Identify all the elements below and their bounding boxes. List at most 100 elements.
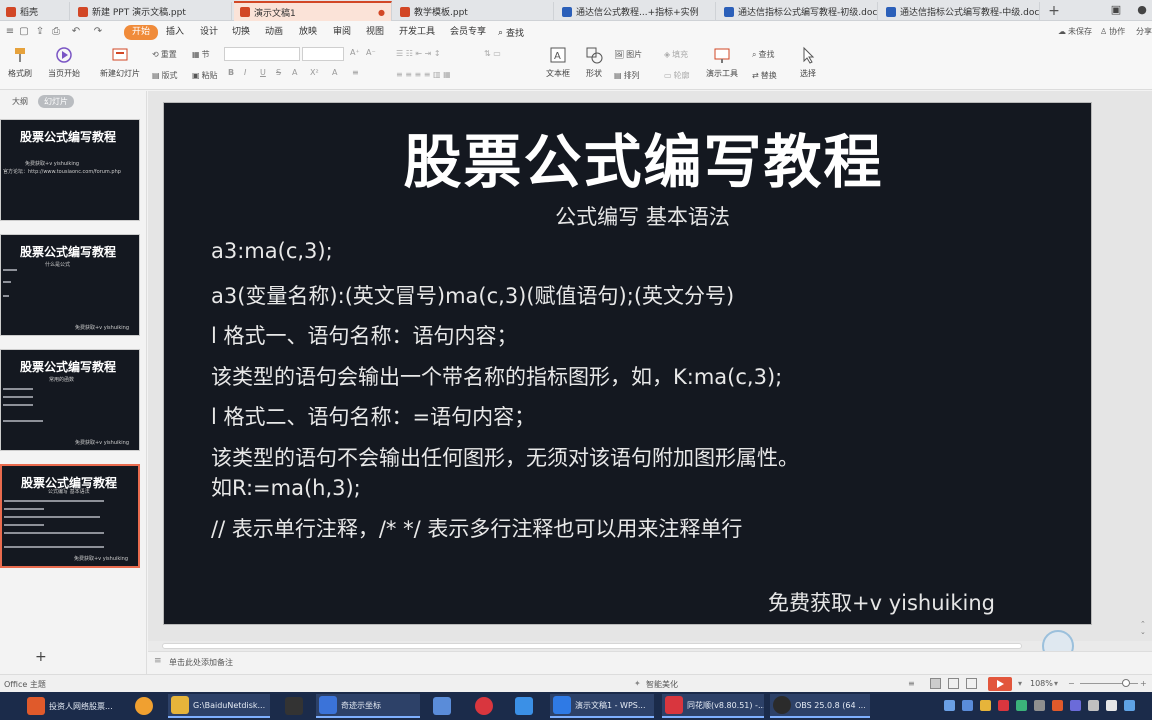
slide-footer[interactable]: 免费获取+v yishuiking [768,587,995,617]
font-size-combo[interactable] [302,47,344,61]
new-tab-button[interactable]: + [1046,3,1062,19]
layout-button[interactable]: ▤ 版式 [152,70,178,81]
fill-button[interactable]: ◈ 填充 [664,49,688,60]
taskbar-app-8[interactable] [512,694,540,718]
taskbar-app-tonghuashun[interactable]: 同花顺(v8.80.51) -... [662,694,764,718]
avatar-icon[interactable]: ● [1136,4,1148,16]
normal-view-icon[interactable] [930,678,941,689]
zoom-options-chevron-icon[interactable]: ▾ [1054,679,1058,688]
chevron-up-icon[interactable]: ⌃ [1140,620,1150,628]
tray-icon[interactable] [962,700,973,711]
collaborate-button[interactable]: ♙ 协作 [1100,26,1125,37]
slide-thumbnail-2[interactable]: 股票公式编写教程 什么是公式 免费获取+v yishuiking [0,234,140,336]
menu-view[interactable]: 视图 [362,25,388,40]
tray-icon[interactable] [1016,700,1027,711]
tab-outline[interactable]: 大纲 [12,96,28,107]
play-slideshow-button[interactable] [988,677,1012,691]
horizontal-scrollbar[interactable] [148,641,1152,651]
taskbar-app-4[interactable] [282,694,310,718]
taskbar-app-obs[interactable]: OBS 25.0.8 (64 ... [770,694,870,718]
menu-insert[interactable]: 插入 [162,25,188,40]
tab-new-ppt[interactable]: 新建 PPT 演示文稿.ppt [72,2,232,21]
format-painter-button[interactable]: 格式刷 [8,45,32,79]
tray-icon[interactable] [1070,700,1081,711]
smart-beautify-button[interactable]: 智能美化 [646,679,678,690]
menu-design[interactable]: 设计 [196,25,222,40]
italic-button[interactable]: I [244,68,246,77]
slide-thumbnail-4[interactable]: 股票公式编写教程 公式编写 基本语法 免费获取+v yishuiking [0,464,140,568]
slide-thumbnail-3[interactable]: 股票公式编写教程 常用的函数 免费获取+v yishuiking [0,349,140,451]
font-name-combo[interactable] [224,47,300,61]
section-button[interactable]: ▦ 节 [192,49,210,60]
menu-member[interactable]: 会员专享 [446,25,490,40]
shadow-button[interactable]: A [292,68,297,77]
menu-developer[interactable]: 开发工具 [395,25,439,40]
zoom-in-icon[interactable]: + [1140,679,1147,688]
font-grow-icon[interactable]: A⁺ [350,48,360,57]
taskbar-app-browser[interactable]: 投资人网络股票... [24,694,124,718]
menu-slideshow[interactable]: 放映 [295,25,321,40]
strikethrough-button[interactable]: S [276,68,281,77]
play-from-current-button[interactable]: 当页开始 [48,45,80,79]
shape-button[interactable]: 形状 [584,45,604,79]
unsaved-dot-icon[interactable]: ● [378,8,385,17]
tab-tutorial-doc[interactable]: 通达信公式教程...+指标+实例 [556,2,716,21]
new-slide-button[interactable]: 新建幻灯片 [100,45,140,79]
notes-pane[interactable]: ≡ 单击此处添加备注 [148,651,1152,674]
notes-toggle-icon[interactable]: ≡ [908,679,915,688]
replace-button[interactable]: ⇄ 替换 [752,70,777,81]
font-color-button[interactable]: A [332,68,337,77]
redo-icon[interactable]: ↷ [92,26,104,38]
tray-icon[interactable] [1088,700,1099,711]
menu-home[interactable]: 开始 [124,25,159,40]
slide-thumbnail-1[interactable]: 股票公式编写教程 免费获取+v yishuiking 官方论坛：http://w… [0,119,140,221]
tab-template-ppt[interactable]: 教学模板.ppt [394,2,554,21]
menu-transition[interactable]: 切换 [228,25,254,40]
slide-title[interactable]: 股票公式编写教程 [164,115,1123,199]
slide-body-line[interactable]: l 格式一、语句名称：语句内容； [211,320,518,350]
slide-body-line[interactable]: // 表示单行注释，/* */ 表示多行注释也可以用来注释单行 [211,513,742,543]
zoom-out-icon[interactable]: − [1068,679,1075,688]
taskbar-app-2[interactable] [132,694,160,718]
unsaved-status[interactable]: ☁ 未保存 [1058,26,1092,37]
select-button[interactable]: 选择 [798,45,818,79]
slide-body-line[interactable]: a3:ma(c,3); [211,239,333,263]
undo-icon[interactable]: ↶ [70,26,82,38]
network-icon[interactable] [1124,700,1135,711]
add-slide-button[interactable]: + [35,649,47,665]
layout-reset-button[interactable]: ⟲ 重置 [152,49,177,60]
chevron-down-icon[interactable]: ⌄ [1140,628,1150,636]
picture-button[interactable]: 🖼 图片 [614,49,642,60]
tab-slides[interactable]: 幻灯片 [38,95,74,108]
tab-intermediate-doc[interactable]: 通达信指标公式编写教程-中级.doc [880,2,1040,21]
menu-review[interactable]: 审阅 [329,25,355,40]
find-button[interactable]: ⌕ 查找 [752,49,774,60]
textbox-button[interactable]: A 文本框 [546,45,570,79]
font-shrink-icon[interactable]: A⁻ [366,48,376,57]
arrange-button[interactable]: ▤ 排列 [614,70,640,81]
tray-icon[interactable] [944,700,955,711]
tray-icon[interactable] [1052,700,1063,711]
presentation-tools-button[interactable]: 演示工具 [706,45,738,79]
paste-button[interactable]: ▣ 粘贴 [192,70,218,81]
taskbar-app-7[interactable] [472,694,500,718]
tab-presentation-1[interactable]: 演示文稿1 ● [234,1,392,21]
share-button[interactable]: 分享 [1136,26,1152,37]
taskbar-app-5[interactable]: 奇迹示坐标 [316,694,420,718]
menu-animation[interactable]: 动画 [261,25,287,40]
text-direction-icon[interactable]: ⇅ ▭ [484,49,501,58]
sorter-view-icon[interactable] [948,678,959,689]
print-icon[interactable]: ⎙ [50,26,62,38]
tray-icon[interactable] [980,700,991,711]
slide-body-line[interactable]: a3(变量名称):(英文冒号)ma(c,3)(赋值语句);(英文分号) [211,280,734,310]
slideshow-options-chevron-icon[interactable]: ▾ [1018,679,1022,688]
save-icon[interactable]: ▢ [18,26,30,38]
menu-icon[interactable]: ≡ [4,26,16,38]
bold-button[interactable]: B [228,68,234,77]
scrollbar-thumb[interactable] [162,643,1022,649]
slide-body-line[interactable]: 该类型的语句会输出一个带名称的指标图形，如，K:ma(c,3); [211,361,782,391]
slide-subtitle[interactable]: 公式编写 基本语法 [164,201,1121,231]
tray-icon[interactable] [998,700,1009,711]
underline-button[interactable]: U [260,68,266,77]
tab-beginner-doc[interactable]: 通达信指标公式编写教程-初级.doc [718,2,878,21]
